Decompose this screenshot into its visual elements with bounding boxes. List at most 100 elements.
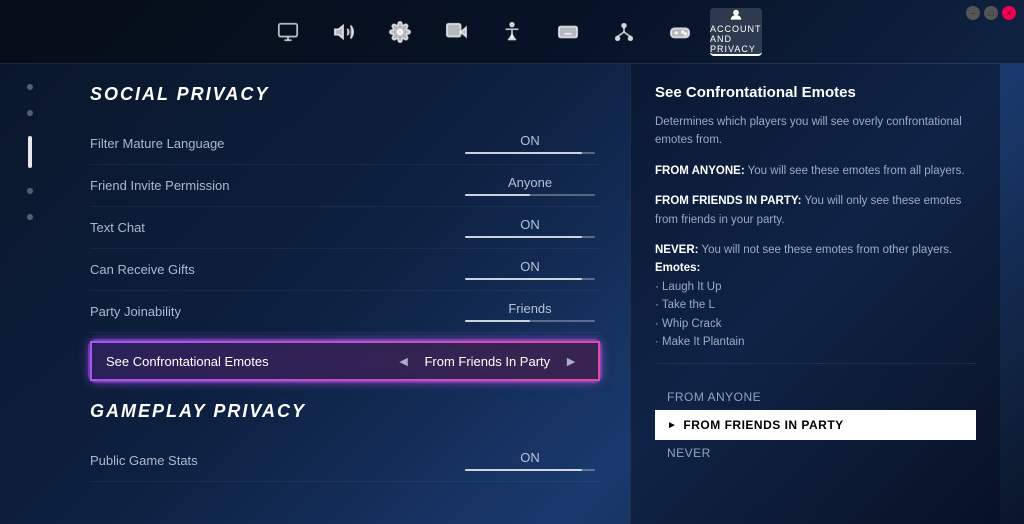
nav-gamepad[interactable] <box>654 8 706 56</box>
gear-icon <box>389 21 411 43</box>
public-game-stats-value: ON <box>520 450 540 465</box>
friend-invite-bar <box>465 194 595 196</box>
nav-video[interactable] <box>430 8 482 56</box>
account-label: ACCOUNT AND PRIVACY <box>710 24 762 54</box>
emote-1: · Laugh It Up <box>655 281 721 293</box>
filter-mature-value-container: ON <box>460 133 600 154</box>
info-from-friends-party: FROM FRIENDS IN PARTY: You will only see… <box>655 192 976 229</box>
network-icon <box>613 21 635 43</box>
setting-confrontational-emotes[interactable]: See Confrontational Emotes ◄ From Friend… <box>90 341 600 381</box>
party-joinability-bar-fill <box>465 320 530 322</box>
never-prefix: NEVER: <box>655 244 698 256</box>
window-controls: − □ × <box>966 6 1016 20</box>
audio-icon <box>333 21 355 43</box>
nav-account[interactable]: ACCOUNT AND PRIVACY <box>710 8 762 56</box>
emotes-label: Emotes: <box>655 262 700 274</box>
setting-text-chat[interactable]: Text Chat ON <box>90 207 600 249</box>
text-chat-label: Text Chat <box>90 220 145 235</box>
filter-mature-label: Filter Mature Language <box>90 136 224 151</box>
receive-gifts-label: Can Receive Gifts <box>90 262 195 277</box>
text-chat-bar-fill <box>465 236 582 238</box>
nav-display[interactable] <box>262 8 314 56</box>
info-never: NEVER: You will not see these emotes fro… <box>655 241 976 351</box>
never-text: You will not see these emotes from other… <box>701 244 952 256</box>
account-icon <box>725 8 747 22</box>
sidebar-dot-1[interactable] <box>27 84 33 90</box>
text-chat-value-container: ON <box>460 217 600 238</box>
nav-keyboard[interactable] <box>542 8 594 56</box>
settings-panel: SOCIAL PRIVACY Filter Mature Language ON… <box>60 64 630 524</box>
next-arrow-button[interactable]: ► <box>558 353 584 369</box>
display-icon <box>277 21 299 43</box>
nav-settings[interactable] <box>374 8 426 56</box>
sidebar-dot-5[interactable] <box>27 214 33 220</box>
selected-option-label: FROM FRIENDS IN PARTY <box>683 418 843 432</box>
social-privacy-title: SOCIAL PRIVACY <box>90 84 600 105</box>
emote-4: · Make It Plantain <box>655 336 744 348</box>
from-friends-party-prefix: FROM FRIENDS IN PARTY: <box>655 195 802 207</box>
from-anyone-prefix: FROM ANYONE: <box>655 165 745 177</box>
receive-gifts-bar-fill <box>465 278 582 280</box>
nav-network[interactable] <box>598 8 650 56</box>
sidebar-dot-3[interactable] <box>28 136 32 168</box>
option-never[interactable]: NEVER <box>655 440 976 466</box>
option-from-friends-party[interactable]: ► FROM FRIENDS IN PARTY <box>655 410 976 440</box>
party-joinability-bar <box>465 320 595 322</box>
keyboard-icon <box>557 21 579 43</box>
sidebar-dot-2[interactable] <box>27 110 33 116</box>
minimize-button[interactable]: − <box>966 6 980 20</box>
public-game-stats-label: Public Game Stats <box>90 453 198 468</box>
public-game-stats-bar-fill <box>465 469 582 471</box>
text-chat-bar <box>465 236 595 238</box>
receive-gifts-value: ON <box>520 259 540 274</box>
text-chat-value: ON <box>520 217 540 232</box>
party-joinability-value: Friends <box>508 301 551 316</box>
filter-mature-bar-fill <box>465 152 582 154</box>
selected-setting-wrapper: See Confrontational Emotes ◄ From Friend… <box>90 333 600 389</box>
selected-option-arrow: ► <box>667 420 677 431</box>
confrontational-emotes-value: From Friends In Party <box>424 354 550 369</box>
nav-audio[interactable] <box>318 8 370 56</box>
confrontational-emotes-label: See Confrontational Emotes <box>106 354 269 369</box>
friend-invite-value: Anyone <box>508 175 552 190</box>
info-divider <box>655 363 976 364</box>
setting-filter-mature[interactable]: Filter Mature Language ON <box>90 123 600 165</box>
topbar: ACCOUNT AND PRIVACY − □ × <box>0 0 1024 64</box>
receive-gifts-bar <box>465 278 595 280</box>
sidebar-dot-4[interactable] <box>27 188 33 194</box>
filter-mature-value: ON <box>520 133 540 148</box>
close-button[interactable]: × <box>1002 6 1016 20</box>
from-anyone-text: You will see these emotes from all playe… <box>748 165 965 177</box>
emote-2: · Take the L <box>655 299 715 311</box>
setting-party-joinability[interactable]: Party Joinability Friends <box>90 291 600 333</box>
confrontational-emotes-controls: ◄ From Friends In Party ► <box>391 353 584 369</box>
main-layout: SOCIAL PRIVACY Filter Mature Language ON… <box>0 64 1024 524</box>
info-panel-title: See Confrontational Emotes <box>655 84 976 101</box>
public-game-stats-value-container: ON <box>460 450 600 471</box>
party-joinability-label: Party Joinability <box>90 304 181 319</box>
video-icon <box>445 21 467 43</box>
filter-mature-bar <box>465 152 595 154</box>
receive-gifts-value-container: ON <box>460 259 600 280</box>
nav-icons: ACCOUNT AND PRIVACY <box>262 8 762 56</box>
public-game-stats-bar <box>465 469 595 471</box>
setting-friend-invite[interactable]: Friend Invite Permission Anyone <box>90 165 600 207</box>
maximize-button[interactable]: □ <box>984 6 998 20</box>
gamepad-icon <box>669 21 691 43</box>
gameplay-privacy-title: GAMEPLAY PRIVACY <box>90 401 600 422</box>
setting-receive-gifts[interactable]: Can Receive Gifts ON <box>90 249 600 291</box>
sidebar <box>0 64 60 524</box>
friend-invite-bar-fill <box>465 194 530 196</box>
friend-invite-label: Friend Invite Permission <box>90 178 229 193</box>
prev-arrow-button[interactable]: ◄ <box>391 353 417 369</box>
info-from-anyone: FROM ANYONE: You will see these emotes f… <box>655 162 976 180</box>
option-from-anyone[interactable]: FROM ANYONE <box>655 384 976 410</box>
emote-3: · Whip Crack <box>655 318 721 330</box>
info-selector-options: FROM ANYONE ► FROM FRIENDS IN PARTY NEVE… <box>655 384 976 466</box>
party-joinability-value-container: Friends <box>460 301 600 322</box>
info-description: Determines which players you will see ov… <box>655 113 976 150</box>
nav-accessibility[interactable] <box>486 8 538 56</box>
setting-public-game-stats[interactable]: Public Game Stats ON <box>90 440 600 482</box>
info-panel: See Confrontational Emotes Determines wh… <box>630 64 1000 524</box>
accessibility-icon <box>501 21 523 43</box>
